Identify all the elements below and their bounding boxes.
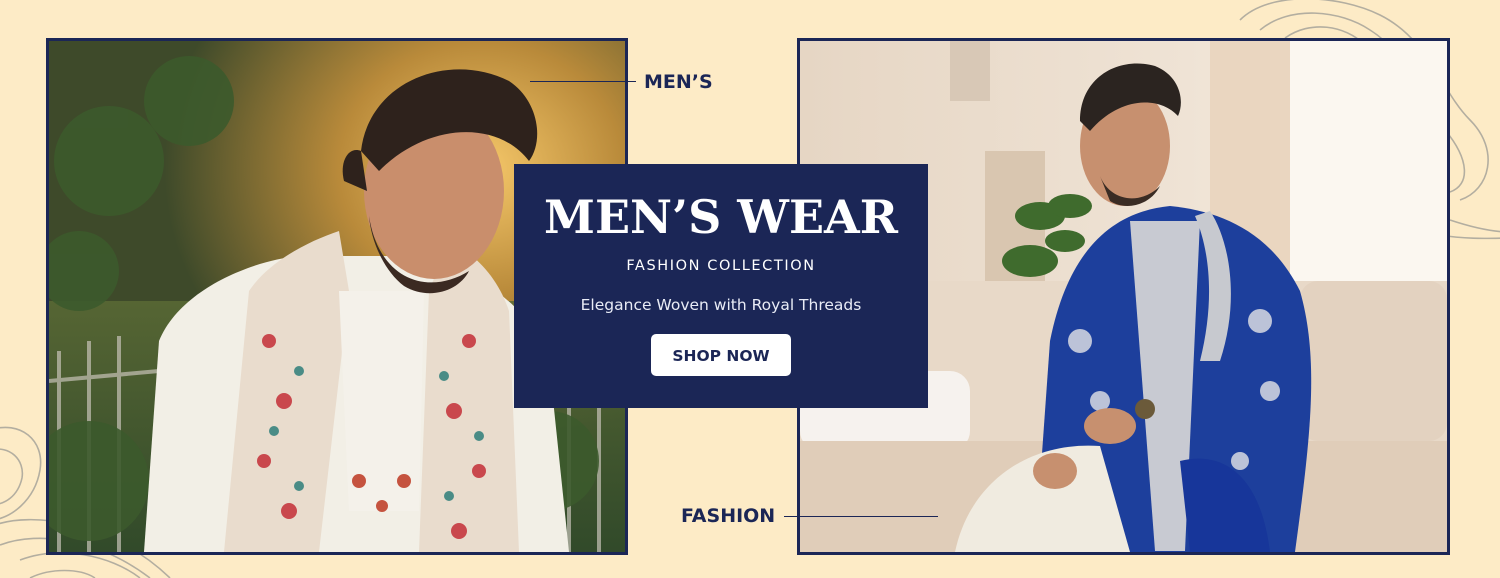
fashion-callout-line xyxy=(784,516,938,517)
promo-title: MEN’S WEAR xyxy=(544,190,898,244)
fashion-callout-label: FASHION xyxy=(681,505,776,527)
mens-callout-line xyxy=(530,81,636,82)
shop-now-button[interactable]: SHOP NOW xyxy=(651,334,791,376)
promo-subtitle: FASHION COLLECTION xyxy=(626,258,816,274)
mens-callout-label: MEN’S xyxy=(644,71,713,93)
promo-card: MEN’S WEAR FASHION COLLECTION Elegance W… xyxy=(514,164,928,408)
hero-banner: MEN’S FASHION MEN’S WEAR FASHION COLLECT… xyxy=(0,0,1500,578)
promo-tagline: Elegance Woven with Royal Threads xyxy=(580,296,862,314)
